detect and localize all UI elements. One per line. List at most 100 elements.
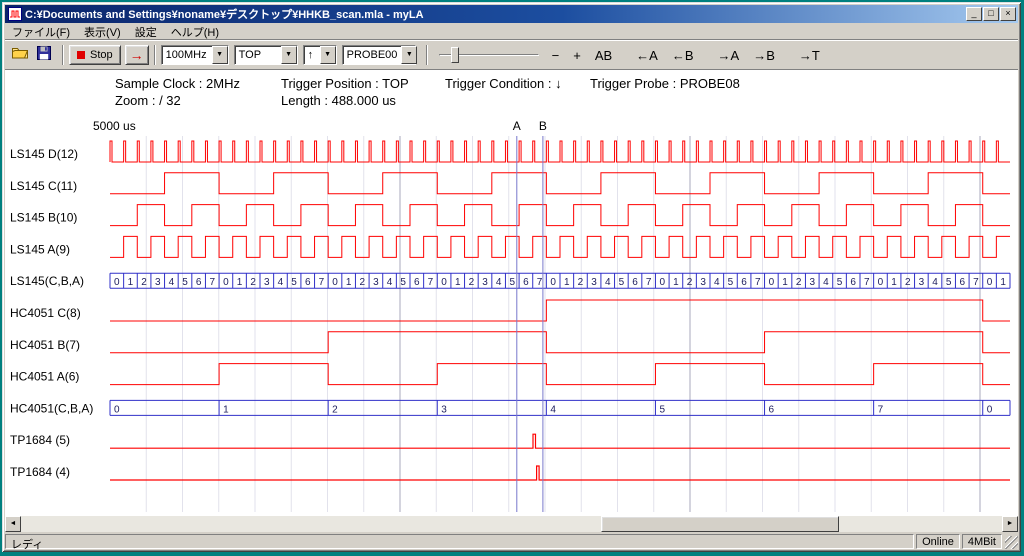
ab-button[interactable]: AB — [590, 46, 617, 65]
maximize-button[interactable]: □ — [983, 7, 999, 21]
bus-value: 2 — [359, 277, 365, 288]
chevron-down-icon[interactable]: ▼ — [320, 46, 336, 64]
channel-label: LS145(C,B,A) — [10, 274, 84, 288]
zoom-slider-thumb[interactable] — [451, 47, 459, 63]
bus-value: 3 — [155, 277, 161, 288]
bus-value: 6 — [959, 277, 965, 288]
bus-value: 6 — [741, 277, 747, 288]
bus-value: 7 — [878, 404, 884, 415]
app-window: C:¥Documents and Settings¥noname¥デスクトップ¥… — [2, 2, 1021, 552]
bus-value: 5 — [837, 277, 843, 288]
resize-grip-icon[interactable] — [1005, 536, 1018, 549]
waveform-LS145 C(11) — [110, 173, 1010, 194]
toolbar-separator — [154, 45, 156, 65]
bus-value: 5 — [509, 277, 515, 288]
bus-value: 6 — [523, 277, 529, 288]
bus-value: 2 — [905, 277, 911, 288]
bus-value: 7 — [428, 277, 434, 288]
bus-value: 6 — [632, 277, 638, 288]
goto-b-right-button[interactable]: →B — [748, 46, 780, 65]
zoom-info: Zoom : / 32 — [115, 93, 181, 108]
app-icon — [8, 7, 22, 21]
bus-value: 5 — [291, 277, 297, 288]
channel-label: HC4051 A(6) — [10, 370, 79, 384]
bus-value: 3 — [264, 277, 270, 288]
channel-label: TP1684 (5) — [10, 433, 70, 447]
bus-value: 1 — [782, 277, 788, 288]
scroll-right-icon[interactable]: ► — [1002, 516, 1018, 532]
bus-value: 5 — [182, 277, 188, 288]
menu-file[interactable]: ファイル(F) — [5, 22, 77, 42]
bus-value: 5 — [619, 277, 625, 288]
bus-value: 7 — [646, 277, 652, 288]
waveform-HC4051 C(8) — [110, 300, 1010, 321]
bus-value: 4 — [496, 277, 502, 288]
goto-trigger-button[interactable]: →T — [794, 46, 825, 65]
bus-value: 7 — [319, 277, 325, 288]
bus-value: 3 — [441, 404, 447, 415]
status-online: Online — [916, 534, 960, 549]
bus-value: 7 — [209, 277, 215, 288]
channel-label: HC4051(C,B,A) — [10, 401, 93, 415]
bus-value: 6 — [196, 277, 202, 288]
floppy-icon — [37, 46, 51, 65]
channel-label: LS145 C(11) — [10, 179, 77, 193]
open-button[interactable] — [9, 45, 31, 65]
bus-value: 1 — [455, 277, 461, 288]
waveform-HC4051 B(7) — [110, 332, 1010, 353]
chevron-down-icon[interactable]: ▼ — [212, 46, 228, 64]
bus-value: 0 — [878, 277, 884, 288]
save-button[interactable] — [33, 45, 55, 65]
channel-label: TP1684 (4) — [10, 465, 70, 479]
zoom-out-button[interactable]: − — [547, 46, 565, 65]
trigger-position-combo[interactable]: TOP ▼ — [234, 45, 298, 65]
bus-value: 2 — [469, 277, 475, 288]
menu-settings[interactable]: 設定 — [128, 22, 164, 42]
zoom-in-button[interactable]: + — [568, 46, 586, 65]
goto-b-left-button[interactable]: ←B — [667, 46, 699, 65]
scroll-left-icon[interactable]: ◄ — [5, 516, 21, 532]
menu-view[interactable]: 表示(V) — [77, 22, 128, 42]
goto-a-right-button[interactable]: →A — [713, 46, 745, 65]
bus-value: 0 — [550, 277, 556, 288]
scrollbar-track[interactable] — [21, 516, 1002, 532]
trigger-edge-value: ↑ — [304, 46, 320, 64]
bus-value: 3 — [809, 277, 815, 288]
chevron-down-icon[interactable]: ▼ — [401, 46, 417, 64]
trigger-position-value: TOP — [235, 46, 281, 64]
horizontal-scrollbar[interactable]: ◄ ► — [5, 516, 1018, 532]
scrollbar-thumb[interactable] — [601, 516, 839, 532]
bus-value: 0 — [223, 277, 229, 288]
menu-help[interactable]: ヘルプ(H) — [164, 22, 226, 42]
stop-icon — [77, 51, 85, 59]
length-info: Length : 488.000 us — [281, 93, 396, 108]
bus-value: 3 — [482, 277, 488, 288]
zoom-slider[interactable] — [437, 45, 541, 65]
bus-value: 0 — [987, 277, 993, 288]
close-button[interactable]: × — [1000, 7, 1016, 21]
bus-value: 3 — [373, 277, 379, 288]
bus-value: 0 — [769, 277, 775, 288]
channel-label: LS145 A(9) — [10, 242, 70, 256]
trigger-probe-combo[interactable]: PROBE00 ▼ — [342, 45, 416, 65]
chevron-down-icon[interactable]: ▼ — [281, 46, 297, 64]
bus-value: 1 — [223, 404, 229, 415]
bus-value: 4 — [387, 277, 393, 288]
bus-value: 2 — [332, 404, 338, 415]
sample-clock-combo[interactable]: 100MHz ▼ — [161, 45, 229, 65]
channel-label: HC4051 B(7) — [10, 338, 80, 352]
goto-a-left-button[interactable]: ←A — [631, 46, 663, 65]
bus-value: 0 — [441, 277, 447, 288]
trigger-edge-combo[interactable]: ↑ ▼ — [303, 45, 337, 65]
bus-value: 0 — [659, 277, 665, 288]
channel-label: LS145 B(10) — [10, 211, 77, 225]
cursor-a-label: A — [513, 119, 521, 133]
trigger-condition-info: Trigger Condition : ↓ — [445, 76, 562, 91]
title-bar[interactable]: C:¥Documents and Settings¥noname¥デスクトップ¥… — [5, 5, 1018, 23]
minimize-button[interactable]: _ — [966, 7, 982, 21]
run-button[interactable]: → — [125, 45, 149, 65]
stop-button[interactable]: Stop — [69, 45, 121, 65]
bus-value: 0 — [114, 277, 120, 288]
waveform-plot[interactable]: 5000 usLS145 D(12)LS145 C(11)LS145 B(10)… — [5, 114, 1018, 516]
timebase-label: 5000 us — [93, 119, 136, 133]
